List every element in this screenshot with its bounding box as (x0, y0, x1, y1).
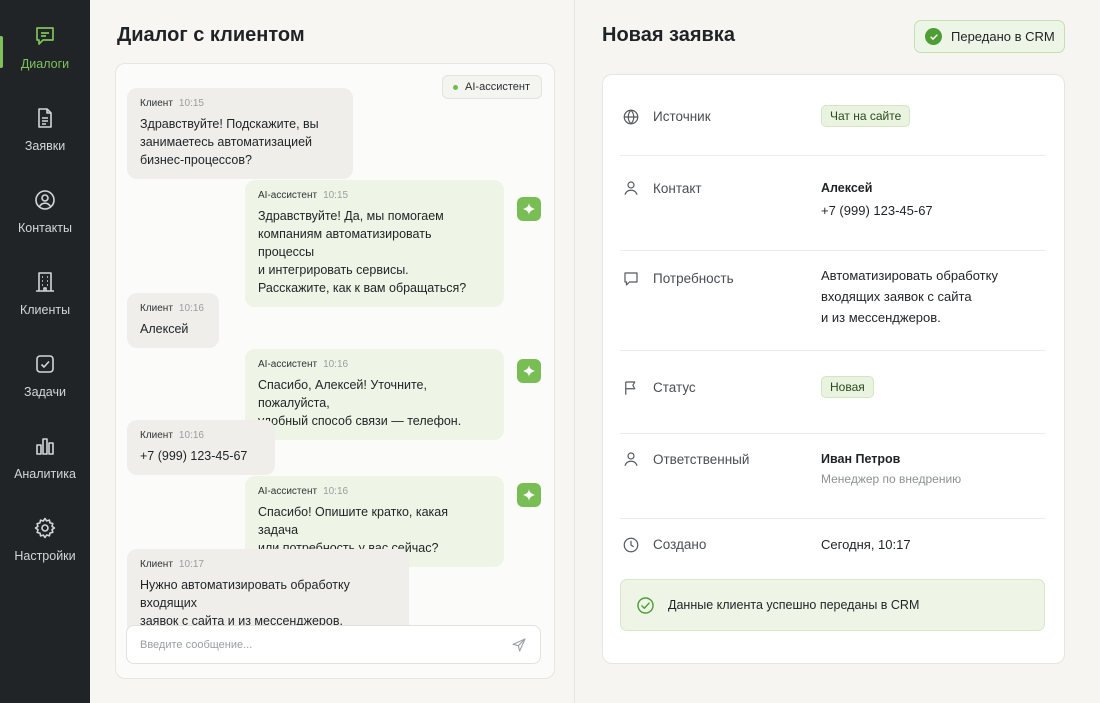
contact-phone: +7 (999) 123-45-67 (821, 203, 933, 218)
globe-icon (623, 109, 639, 125)
message-client: Клиент 10:16 +7 (999) 123-45-67 (127, 420, 275, 475)
need-text: Автоматизировать обработку входящих заяв… (821, 268, 998, 325)
message-time: 10:16 (178, 430, 204, 441)
message-client: Клиент 10:16 Алексей (127, 293, 219, 348)
message-time: 10:16 (178, 303, 204, 314)
user-icon (624, 452, 638, 466)
sidebar: Диалоги Заявки Контакты Клиенты Задачи А… (0, 0, 90, 703)
checkbox-icon (36, 355, 54, 373)
crm-status-label: Передано в CRM (951, 29, 1055, 44)
success-message: Данные клиента успешно переданы в CRM (620, 579, 1045, 631)
message-input-box (126, 625, 541, 664)
user-icon (624, 181, 638, 195)
success-text: Данные клиента успешно переданы в CRM (668, 598, 920, 612)
sparkle-icon (523, 489, 535, 501)
sidebar-item-settings[interactable]: Настройки (0, 514, 90, 596)
message-author: AI-ассистент (258, 190, 318, 201)
row-status: Статус Новая (620, 351, 1046, 434)
row-contact: Контакт Алексей +7 (999) 123-45-67 (620, 156, 1046, 251)
sidebar-item-label: Заявки (24, 139, 66, 153)
sparkle-icon (523, 365, 535, 377)
message-text: Спасибо, Алексей! Уточните, пожалуйста, … (258, 378, 462, 428)
message-text: +7 (999) 123-45-67 (140, 449, 248, 463)
sidebar-item-label: Аналитика (14, 467, 76, 481)
sidebar-item-label: Диалоги (20, 57, 70, 71)
request-details: Источник Чат на сайте Контакт Алексей +7… (602, 74, 1065, 664)
comment-icon (624, 272, 638, 286)
check-circle-icon (925, 28, 942, 45)
message-text: Алексей (140, 322, 189, 336)
message-time: 10:16 (323, 359, 349, 370)
ai-avatar (517, 359, 541, 383)
chat-panel: Диалог с клиентом AI-ассистент Клиент 10:… (90, 0, 575, 703)
message-text: Нужно автоматизировать обработку входящи… (140, 578, 350, 628)
sidebar-item-label: Настройки (14, 549, 76, 563)
send-icon[interactable] (511, 637, 527, 653)
sidebar-item-analytics[interactable]: Аналитика (0, 432, 90, 514)
message-time: 10:16 (323, 486, 349, 497)
request-title: Новая заявка (602, 24, 735, 46)
status-badge: Новая (821, 376, 874, 398)
row-source: Источник Чат на сайте (620, 75, 1046, 156)
message-author: Клиент (140, 303, 173, 314)
row-label: Контакт (653, 181, 702, 196)
document-icon (38, 108, 52, 128)
building-icon (36, 272, 54, 292)
message-author: AI-ассистент (258, 359, 318, 370)
user-circle-icon (35, 190, 55, 210)
chat-title: Диалог с клиентом (117, 24, 305, 46)
message-author: Клиент (140, 430, 173, 441)
message-client: Клиент 10:15 Здравствуйте! Подскажите, вы… (127, 88, 353, 179)
clock-icon (623, 537, 639, 553)
sidebar-item-label: Контакты (18, 221, 72, 235)
message-ai: AI-ассистент 10:15 Здравствуйте! Да, мы п… (245, 180, 504, 307)
row-label: Потребность (653, 271, 734, 286)
message-time: 10:15 (178, 98, 204, 109)
sidebar-item-label: Клиенты (19, 303, 71, 317)
message-time: 10:17 (178, 559, 204, 570)
message-input[interactable] (140, 626, 500, 663)
message-ai: AI-ассистент 10:16 Спасибо, Алексей! Уточ… (245, 349, 504, 440)
message-text: Здравствуйте! Подскажите, вы занимаетесь… (140, 117, 319, 167)
row-created: Создано Сегодня, 10:17 (620, 519, 1046, 579)
created-value: Сегодня, 10:17 (821, 537, 911, 552)
ai-avatar (517, 483, 541, 507)
chat-icon (36, 27, 54, 45)
sparkle-icon (523, 203, 535, 215)
assignee-role: Менеджер по внедрению (821, 472, 962, 486)
message-time: 10:15 (323, 190, 349, 201)
message-author: Клиент (140, 98, 173, 109)
crm-status-button[interactable]: Передано в CRM (914, 20, 1065, 53)
gear-icon (34, 517, 56, 539)
message-author: Клиент (140, 559, 173, 570)
sidebar-item-requests[interactable]: Заявки (0, 104, 90, 186)
chat-window: AI-ассистент Клиент 10:15 Здравствуйте! П… (115, 63, 555, 679)
row-label: Создано (653, 537, 707, 552)
ai-assistant-badge: AI-ассистент (442, 75, 542, 99)
row-label: Статус (653, 380, 696, 395)
row-assignee: Ответственный Иван Петров Менеджер по вн… (620, 434, 1046, 519)
sidebar-item-clients[interactable]: Клиенты (0, 268, 90, 350)
source-badge: Чат на сайте (821, 105, 911, 127)
bar-chart-icon (36, 438, 54, 455)
message-author: AI-ассистент (258, 486, 318, 497)
sidebar-item-tasks[interactable]: Задачи (0, 350, 90, 432)
contact-name: Алексей (821, 181, 873, 195)
message-text: Здравствуйте! Да, мы помогаем компаниям … (258, 209, 467, 295)
request-panel: Новая заявка Передано в CRM Источник Чат… (575, 0, 1100, 703)
flag-icon (625, 381, 636, 395)
row-label: Источник (653, 109, 711, 124)
sidebar-item-contacts[interactable]: Контакты (0, 186, 90, 268)
assignee-name: Иван Петров (821, 452, 901, 466)
sidebar-item-label: Задачи (24, 385, 66, 399)
row-need: Потребность Автоматизировать обработку в… (620, 251, 1046, 351)
ai-avatar (517, 197, 541, 221)
sidebar-item-dialogs[interactable]: Диалоги (0, 22, 90, 104)
check-circle-icon (637, 597, 654, 614)
row-label: Ответственный (653, 452, 750, 467)
